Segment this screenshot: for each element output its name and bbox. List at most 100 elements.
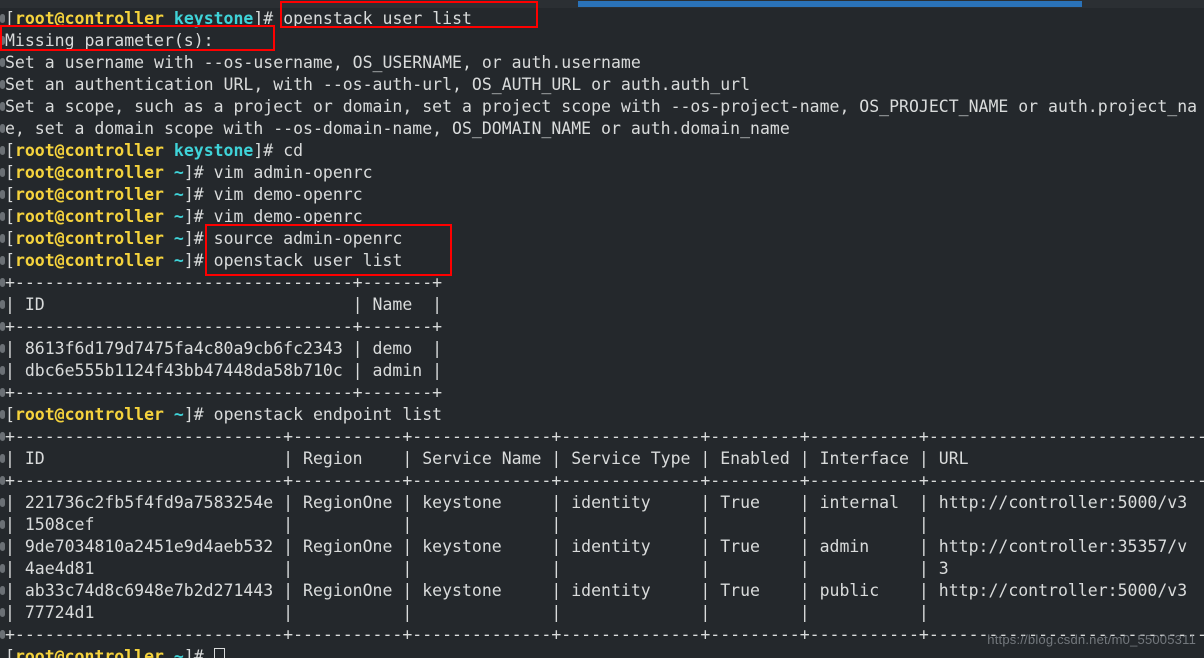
terminal-output-line: | 221736c2fb5f4fd9a7583254e | RegionOne … <box>5 492 1204 514</box>
prompt-user-host: root@controller <box>14 185 164 204</box>
terminal-output-line: | 8613f6d179d7475fa4c80a9cb6fc2343 | dem… <box>5 338 1204 360</box>
prompt-user-host: root@controller <box>14 163 164 182</box>
terminal-output-text: | 77724d1 | | | | | | <box>5 603 929 622</box>
prompt-bracket-close: ]# <box>183 405 214 424</box>
prompt-bracket-open: [ <box>5 251 15 270</box>
terminal-command: openstack user list <box>213 251 403 270</box>
terminal-output-line: | 9de7034810a2451e9d4aeb532 | RegionOne … <box>5 536 1204 558</box>
terminal-output-text: +---------------------------+-----------… <box>5 471 1204 490</box>
terminal-window: [root@controller keystone]# openstack us… <box>0 0 1204 658</box>
prompt-bracket-close: ]# <box>253 141 284 160</box>
terminal-output-line: Missing parameter(s): <box>5 30 1204 52</box>
prompt-bracket-open: [ <box>5 141 15 160</box>
terminal-output-text: | 4ae4d81 | | | | | | 3 <box>5 559 949 578</box>
terminal-output-line: | 4ae4d81 | | | | | | 3 <box>5 558 1204 580</box>
terminal-output-line: | ID | Region | Service Name | Service T… <box>5 448 1204 470</box>
prompt-path: ~ <box>173 251 184 270</box>
terminal-output-line: Set a username with --os-username, OS_US… <box>5 52 1204 74</box>
terminal-output-text: +----------------------------------+----… <box>5 317 443 336</box>
terminal-output-line: | ab33c74d8c6948e7b2d271443 | RegionOne … <box>5 580 1204 602</box>
blue-progress-bar <box>578 1 1082 7</box>
terminal-output-text: | 1508cef | | | | | | <box>5 515 929 534</box>
terminal-command: vim admin-openrc <box>213 163 373 182</box>
terminal-output-text: Missing parameter(s): <box>5 31 214 50</box>
prompt-path: ~ <box>173 229 184 248</box>
terminal-cursor <box>213 648 225 658</box>
prompt-bracket-open: [ <box>5 163 15 182</box>
prompt-bracket-close: ]# <box>183 251 214 270</box>
prompt-bracket-open: [ <box>5 229 15 248</box>
terminal-output-text: +----------------------------------+----… <box>5 273 443 292</box>
prompt-bracket-close: ]# <box>183 229 214 248</box>
terminal-output-text: e, set a domain scope with --os-domain-n… <box>5 119 790 138</box>
terminal-command: vim demo-openrc <box>213 185 363 204</box>
terminal-output-line: Set a scope, such as a project or domain… <box>5 96 1204 118</box>
terminal-output-line: | 77724d1 | | | | | | <box>5 602 1204 624</box>
terminal-output-line: e, set a domain scope with --os-domain-n… <box>5 118 1204 140</box>
terminal-output-line: | ID | Name | <box>5 294 1204 316</box>
prompt-user-host: root@controller <box>14 251 164 270</box>
prompt-path: keystone <box>173 141 254 160</box>
terminal-prompt-line: [root@controller ~]# vim demo-openrc <box>5 206 1204 228</box>
terminal-output-line: +---------------------------+-----------… <box>5 426 1204 448</box>
prompt-user-host: root@controller <box>14 405 164 424</box>
terminal-command: openstack endpoint list <box>213 405 443 424</box>
terminal-prompt-line: [root@controller keystone]# openstack us… <box>5 8 1204 30</box>
terminal-output-text: | 9de7034810a2451e9d4aeb532 | RegionOne … <box>5 537 1188 556</box>
prompt-bracket-open: [ <box>5 405 15 424</box>
terminal-prompt-line: [root@controller ~]# openstack user list <box>5 250 1204 272</box>
prompt-path: keystone <box>173 9 254 28</box>
terminal-output-line: +---------------------------+-----------… <box>5 470 1204 492</box>
terminal-command: source admin-openrc <box>213 229 403 248</box>
prompt-bracket-close: ]# <box>253 9 284 28</box>
prompt-user-host: root@controller <box>14 647 164 658</box>
prompt-user-host: root@controller <box>14 9 164 28</box>
prompt-bracket-close: ]# <box>183 185 214 204</box>
prompt-path: ~ <box>173 207 184 226</box>
terminal-output-text: +----------------------------------+----… <box>5 383 443 402</box>
prompt-user-host: root@controller <box>14 207 164 226</box>
terminal-output-text: Set a username with --os-username, OS_US… <box>5 53 641 72</box>
terminal-output-line: +----------------------------------+----… <box>5 316 1204 338</box>
terminal-prompt-line: [root@controller ~]# openstack endpoint … <box>5 404 1204 426</box>
prompt-bracket-close: ]# <box>183 647 214 658</box>
terminal-command: openstack user list <box>283 9 472 28</box>
terminal-output-line: | 1508cef | | | | | | <box>5 514 1204 536</box>
prompt-bracket-open: [ <box>5 9 15 28</box>
prompt-bracket-close: ]# <box>183 207 214 226</box>
terminal-output-text: | 221736c2fb5f4fd9a7583254e | RegionOne … <box>5 493 1188 512</box>
terminal-output-text: | 8613f6d179d7475fa4c80a9cb6fc2343 | dem… <box>5 339 443 358</box>
terminal-command: cd <box>283 141 304 160</box>
terminal-output-text: | dbc6e555b1124f43bb47448da58b710c | adm… <box>5 361 443 380</box>
terminal-output-line: Set an authentication URL, with --os-aut… <box>5 74 1204 96</box>
window-top-strip-right <box>1082 0 1204 8</box>
terminal-prompt-line: [root@controller keystone]# cd <box>5 140 1204 162</box>
terminal-command: vim demo-openrc <box>213 207 363 226</box>
terminal-output-text: | ID | Region | Service Name | Service T… <box>5 449 969 468</box>
terminal-output-text: | ID | Name | <box>5 295 443 314</box>
terminal-output-line: +----------------------------------+----… <box>5 272 1204 294</box>
terminal-output-text: Set an authentication URL, with --os-aut… <box>5 75 751 94</box>
terminal-prompt-line: [root@controller ~]# source admin-openrc <box>5 228 1204 250</box>
prompt-bracket-open: [ <box>5 207 15 226</box>
terminal-output-text: | ab33c74d8c6948e7b2d271443 | RegionOne … <box>5 581 1188 600</box>
prompt-user-host: root@controller <box>14 141 164 160</box>
prompt-bracket-open: [ <box>5 647 15 658</box>
terminal-prompt-line: [root@controller ~]# vim admin-openrc <box>5 162 1204 184</box>
prompt-path: ~ <box>173 405 184 424</box>
terminal-output-line: +----------------------------------+----… <box>5 382 1204 404</box>
watermark-text: https://blog.csdn.net/m0_55005311 <box>987 632 1196 647</box>
prompt-path: ~ <box>173 647 184 658</box>
terminal-output[interactable]: [root@controller keystone]# openstack us… <box>5 8 1204 658</box>
prompt-bracket-open: [ <box>5 185 15 204</box>
terminal-output-text: +---------------------------+-----------… <box>5 427 1204 446</box>
terminal-output-text: Set a scope, such as a project or domain… <box>5 97 1198 116</box>
